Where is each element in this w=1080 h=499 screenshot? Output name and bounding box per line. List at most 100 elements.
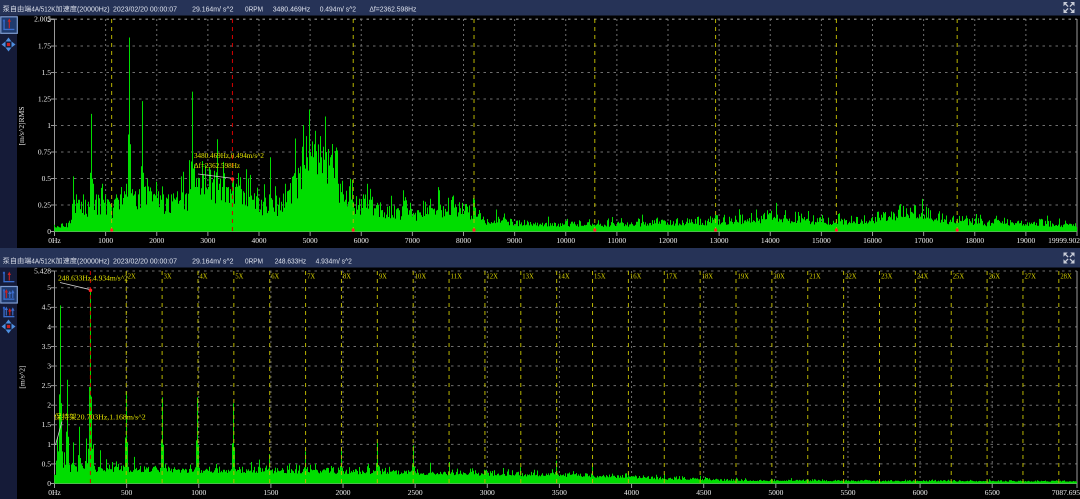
svg-text:27X: 27X [1024,272,1036,281]
svg-text:15X: 15X [594,272,606,281]
svg-text:14X: 14X [558,272,570,281]
svg-text:4.934m/ s^2: 4.934m/ s^2 [316,256,352,265]
svg-text:26X: 26X [989,272,1001,281]
svg-text:19999.902: 19999.902 [1048,236,1080,245]
svg-text:16000: 16000 [863,236,882,245]
svg-text:2X: 2X [128,272,137,281]
svg-text:29.164m/ s^2: 29.164m/ s^2 [192,256,233,265]
svg-text:18000: 18000 [965,236,984,245]
svg-text:6000: 6000 [354,236,369,245]
svg-text:3: 3 [47,361,51,370]
svg-text:20.703Hz,1.168m/s^2: 20.703Hz,1.168m/s^2 [77,413,146,422]
svg-text:19X: 19X [738,272,750,281]
svg-text:5X: 5X [235,272,244,281]
svg-text:3480.469Hz,0.494m/s^2: 3480.469Hz,0.494m/s^2 [194,151,264,160]
svg-text:0.494m/ s^2: 0.494m/ s^2 [320,4,356,13]
svg-text:1500: 1500 [263,488,278,497]
svg-text:7087.695: 7087.695 [1052,488,1080,497]
svg-text:7X: 7X [307,272,316,281]
svg-text:2.5: 2.5 [42,381,52,390]
svg-text:3.5: 3.5 [42,342,52,351]
svg-text:12000: 12000 [659,236,678,245]
svg-text:4: 4 [47,322,51,331]
svg-text:0.75: 0.75 [38,147,51,156]
svg-text:15000: 15000 [812,236,831,245]
svg-text:13X: 13X [522,272,534,281]
svg-text:4X: 4X [199,272,208,281]
svg-text:0Hz: 0Hz [48,488,61,497]
svg-text:(20000Hz): (20000Hz) [77,256,110,265]
svg-text:6000: 6000 [913,488,928,497]
svg-text:5000: 5000 [303,236,318,245]
svg-text:6500: 6500 [985,488,1000,497]
svg-text:248.633Hz,4.934m/s^2: 248.633Hz,4.934m/s^2 [58,274,128,283]
svg-text:25X: 25X [953,272,965,281]
svg-text:21X: 21X [809,272,821,281]
svg-text:0.25: 0.25 [38,200,51,209]
svg-text:6X: 6X [271,272,280,281]
svg-text:4.5: 4.5 [42,303,52,312]
svg-text:14000: 14000 [761,236,780,245]
svg-text:4000: 4000 [624,488,639,497]
svg-text:16X: 16X [630,272,642,281]
svg-text:2000: 2000 [149,236,164,245]
svg-text:20X: 20X [773,272,785,281]
svg-text:2: 2 [47,401,51,410]
svg-text:[m/s^2]: [m/s^2] [18,365,27,388]
svg-text:5: 5 [47,283,51,292]
svg-text:24X: 24X [917,272,929,281]
svg-text:10X: 10X [415,272,427,281]
svg-text:1: 1 [47,440,51,449]
svg-text:0: 0 [47,227,51,236]
svg-text:10000: 10000 [556,236,575,245]
svg-text:0: 0 [47,479,51,488]
svg-text:500: 500 [121,488,133,497]
svg-text:Δf=2362.598Hz: Δf=2362.598Hz [369,4,416,13]
svg-text:8000: 8000 [456,236,471,245]
svg-text:[m/s^2]RMS: [m/s^2]RMS [17,107,26,146]
svg-text:2.005: 2.005 [34,14,51,23]
svg-text:8X: 8X [343,272,352,281]
svg-text:28X: 28X [1060,272,1072,281]
svg-text:5500: 5500 [840,488,855,497]
svg-text:1: 1 [47,121,51,130]
svg-text:(20000Hz): (20000Hz) [77,4,110,13]
svg-text:0RPM: 0RPM [245,256,263,265]
svg-text:19000: 19000 [1017,236,1036,245]
svg-text:0.5: 0.5 [42,459,52,468]
svg-text:1000: 1000 [191,488,206,497]
svg-text:0RPM: 0RPM [245,4,263,13]
svg-text:1.25: 1.25 [38,94,51,103]
svg-text:17X: 17X [666,272,678,281]
svg-text:248.633Hz: 248.633Hz [275,256,307,265]
svg-text:3500: 3500 [552,488,567,497]
svg-text:2500: 2500 [408,488,423,497]
svg-text:0.5: 0.5 [42,174,52,183]
svg-text:1.5: 1.5 [42,68,52,77]
svg-text:11X: 11X [451,272,463,281]
svg-text:29.164m/ s^2: 29.164m/ s^2 [192,4,233,13]
svg-text:3480.469Hz: 3480.469Hz [273,4,311,13]
svg-text:3000: 3000 [480,488,495,497]
svg-text:2000: 2000 [336,488,351,497]
svg-text:1.75: 1.75 [38,41,51,50]
svg-text:11000: 11000 [608,236,627,245]
svg-text:2023/02/20 00:00:07: 2023/02/20 00:00:07 [113,256,177,265]
svg-text:4000: 4000 [252,236,267,245]
svg-text:7000: 7000 [405,236,420,245]
svg-text:17000: 17000 [914,236,933,245]
svg-text:4500: 4500 [696,488,711,497]
svg-text:2023/02/20 00:00:07: 2023/02/20 00:00:07 [113,4,177,13]
svg-text:9X: 9X [379,272,388,281]
svg-text:18X: 18X [702,272,714,281]
svg-text:3000: 3000 [200,236,215,245]
svg-text:13000: 13000 [710,236,729,245]
svg-text:0Hz: 0Hz [48,236,61,245]
svg-text:23X: 23X [881,272,893,281]
svg-text:5.428: 5.428 [34,266,51,275]
svg-text:12X: 12X [486,272,498,281]
svg-text:22X: 22X [845,272,857,281]
svg-text:5000: 5000 [768,488,783,497]
svg-text:4A/512K: 4A/512K [31,4,55,13]
svg-text:1.5: 1.5 [42,420,52,429]
